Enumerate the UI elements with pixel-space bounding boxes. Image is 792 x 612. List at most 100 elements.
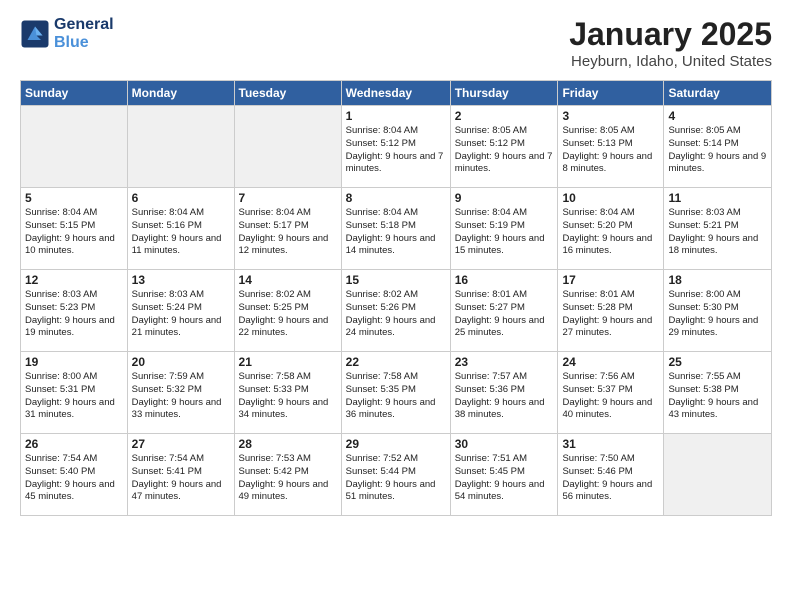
- calendar-week-4: 19 Sunrise: 8:00 AM Sunset: 5:31 PM Dayli…: [21, 352, 772, 434]
- weekday-header-row: SundayMondayTuesdayWednesdayThursdayFrid…: [21, 81, 772, 106]
- title-block: January 2025 Heyburn, Idaho, United Stat…: [569, 16, 772, 70]
- day-info: Sunrise: 7:53 AM Sunset: 5:42 PM Dayligh…: [239, 453, 337, 504]
- day-number: 15: [346, 273, 446, 287]
- day-number: 6: [132, 191, 230, 205]
- day-number: 13: [132, 273, 230, 287]
- day-number: 9: [455, 191, 554, 205]
- weekday-header-wednesday: Wednesday: [341, 81, 450, 106]
- day-number: 29: [346, 437, 446, 451]
- day-info: Sunrise: 8:05 AM Sunset: 5:12 PM Dayligh…: [455, 125, 554, 176]
- calendar-cell: 17 Sunrise: 8:01 AM Sunset: 5:28 PM Dayli…: [558, 270, 664, 352]
- day-info: Sunrise: 8:03 AM Sunset: 5:23 PM Dayligh…: [25, 289, 123, 340]
- day-info: Sunrise: 7:57 AM Sunset: 5:36 PM Dayligh…: [455, 371, 554, 422]
- day-info: Sunrise: 7:55 AM Sunset: 5:38 PM Dayligh…: [668, 371, 767, 422]
- calendar-week-2: 5 Sunrise: 8:04 AM Sunset: 5:15 PM Daylig…: [21, 188, 772, 270]
- day-number: 19: [25, 355, 123, 369]
- day-info: Sunrise: 8:01 AM Sunset: 5:27 PM Dayligh…: [455, 289, 554, 340]
- day-info: Sunrise: 8:04 AM Sunset: 5:17 PM Dayligh…: [239, 207, 337, 258]
- calendar-cell: 8 Sunrise: 8:04 AM Sunset: 5:18 PM Daylig…: [341, 188, 450, 270]
- month-title: January 2025: [569, 16, 772, 53]
- calendar-cell: 6 Sunrise: 8:04 AM Sunset: 5:16 PM Daylig…: [127, 188, 234, 270]
- day-info: Sunrise: 7:52 AM Sunset: 5:44 PM Dayligh…: [346, 453, 446, 504]
- calendar-cell: 16 Sunrise: 8:01 AM Sunset: 5:27 PM Dayli…: [450, 270, 558, 352]
- day-number: 5: [25, 191, 123, 205]
- day-info: Sunrise: 8:03 AM Sunset: 5:24 PM Dayligh…: [132, 289, 230, 340]
- day-info: Sunrise: 8:04 AM Sunset: 5:12 PM Dayligh…: [346, 125, 446, 176]
- day-info: Sunrise: 7:54 AM Sunset: 5:40 PM Dayligh…: [25, 453, 123, 504]
- day-number: 7: [239, 191, 337, 205]
- day-info: Sunrise: 8:05 AM Sunset: 5:14 PM Dayligh…: [668, 125, 767, 176]
- weekday-header-sunday: Sunday: [21, 81, 128, 106]
- main-container: General Blue January 2025 Heyburn, Idaho…: [0, 0, 792, 526]
- calendar-cell: 18 Sunrise: 8:00 AM Sunset: 5:30 PM Dayli…: [664, 270, 772, 352]
- day-number: 11: [668, 191, 767, 205]
- weekday-header-monday: Monday: [127, 81, 234, 106]
- calendar-cell: 24Sunrise: 7:56 AM Sunset: 5:37 PM Dayli…: [558, 352, 664, 434]
- day-info: Sunrise: 7:50 AM Sunset: 5:46 PM Dayligh…: [562, 453, 659, 504]
- calendar-cell: 28 Sunrise: 7:53 AM Sunset: 5:42 PM Dayli…: [234, 434, 341, 516]
- calendar-cell: 13 Sunrise: 8:03 AM Sunset: 5:24 PM Dayli…: [127, 270, 234, 352]
- day-number: 18: [668, 273, 767, 287]
- header: General Blue January 2025 Heyburn, Idaho…: [20, 16, 772, 70]
- day-info: Sunrise: 8:01 AM Sunset: 5:28 PM Dayligh…: [562, 289, 659, 340]
- day-number: 3: [562, 109, 659, 123]
- day-info: Sunrise: 8:00 AM Sunset: 5:30 PM Dayligh…: [668, 289, 767, 340]
- day-number: 30: [455, 437, 554, 451]
- day-number: 17: [562, 273, 659, 287]
- day-number: 4: [668, 109, 767, 123]
- day-info: Sunrise: 7:58 AM Sunset: 5:33 PM Dayligh…: [239, 371, 337, 422]
- day-number: 25: [668, 355, 767, 369]
- day-number: 27: [132, 437, 230, 451]
- calendar-cell: 10 Sunrise: 8:04 AM Sunset: 5:20 PM Dayli…: [558, 188, 664, 270]
- day-info: Sunrise: 8:03 AM Sunset: 5:21 PM Dayligh…: [668, 207, 767, 258]
- day-info: Sunrise: 8:04 AM Sunset: 5:16 PM Dayligh…: [132, 207, 230, 258]
- day-number: 8: [346, 191, 446, 205]
- weekday-header-thursday: Thursday: [450, 81, 558, 106]
- calendar-cell: [127, 106, 234, 188]
- day-info: Sunrise: 8:02 AM Sunset: 5:25 PM Dayligh…: [239, 289, 337, 340]
- calendar-cell: 4 Sunrise: 8:05 AM Sunset: 5:14 PM Daylig…: [664, 106, 772, 188]
- day-info: Sunrise: 7:54 AM Sunset: 5:41 PM Dayligh…: [132, 453, 230, 504]
- logo: General Blue: [20, 16, 114, 52]
- day-number: 2: [455, 109, 554, 123]
- day-info: Sunrise: 8:02 AM Sunset: 5:26 PM Dayligh…: [346, 289, 446, 340]
- day-info: Sunrise: 8:04 AM Sunset: 5:20 PM Dayligh…: [562, 207, 659, 258]
- logo-icon: [20, 19, 50, 49]
- day-number: 14: [239, 273, 337, 287]
- calendar-cell: 20 Sunrise: 7:59 AM Sunset: 5:32 PM Dayli…: [127, 352, 234, 434]
- calendar-week-1: 1Sunrise: 8:04 AM Sunset: 5:12 PM Daylig…: [21, 106, 772, 188]
- day-number: 12: [25, 273, 123, 287]
- calendar-cell: 22Sunrise: 7:58 AM Sunset: 5:35 PM Dayli…: [341, 352, 450, 434]
- day-info: Sunrise: 8:04 AM Sunset: 5:18 PM Dayligh…: [346, 207, 446, 258]
- day-number: 10: [562, 191, 659, 205]
- calendar-cell: 21 Sunrise: 7:58 AM Sunset: 5:33 PM Dayli…: [234, 352, 341, 434]
- calendar-table: SundayMondayTuesdayWednesdayThursdayFrid…: [20, 80, 772, 516]
- day-info: Sunrise: 7:56 AM Sunset: 5:37 PM Dayligh…: [562, 371, 659, 422]
- calendar-cell: 15 Sunrise: 8:02 AM Sunset: 5:26 PM Dayli…: [341, 270, 450, 352]
- calendar-cell: 29 Sunrise: 7:52 AM Sunset: 5:44 PM Dayli…: [341, 434, 450, 516]
- calendar-cell: 23 Sunrise: 7:57 AM Sunset: 5:36 PM Dayli…: [450, 352, 558, 434]
- day-info: Sunrise: 8:04 AM Sunset: 5:19 PM Dayligh…: [455, 207, 554, 258]
- day-info: Sunrise: 8:04 AM Sunset: 5:15 PM Dayligh…: [25, 207, 123, 258]
- location: Heyburn, Idaho, United States: [569, 53, 772, 70]
- day-info: Sunrise: 7:51 AM Sunset: 5:45 PM Dayligh…: [455, 453, 554, 504]
- calendar-cell: [234, 106, 341, 188]
- calendar-cell: [21, 106, 128, 188]
- calendar-cell: [664, 434, 772, 516]
- calendar-cell: 14 Sunrise: 8:02 AM Sunset: 5:25 PM Dayli…: [234, 270, 341, 352]
- calendar-cell: 27 Sunrise: 7:54 AM Sunset: 5:41 PM Dayli…: [127, 434, 234, 516]
- calendar-cell: 31 Sunrise: 7:50 AM Sunset: 5:46 PM Dayli…: [558, 434, 664, 516]
- day-number: 23: [455, 355, 554, 369]
- day-number: 31: [562, 437, 659, 451]
- calendar-cell: 26 Sunrise: 7:54 AM Sunset: 5:40 PM Dayli…: [21, 434, 128, 516]
- day-number: 16: [455, 273, 554, 287]
- day-number: 21: [239, 355, 337, 369]
- calendar-cell: 12 Sunrise: 8:03 AM Sunset: 5:23 PM Dayli…: [21, 270, 128, 352]
- day-info: Sunrise: 8:00 AM Sunset: 5:31 PM Dayligh…: [25, 371, 123, 422]
- day-number: 20: [132, 355, 230, 369]
- day-number: 28: [239, 437, 337, 451]
- calendar-cell: 7 Sunrise: 8:04 AM Sunset: 5:17 PM Daylig…: [234, 188, 341, 270]
- day-number: 26: [25, 437, 123, 451]
- day-info: Sunrise: 7:59 AM Sunset: 5:32 PM Dayligh…: [132, 371, 230, 422]
- calendar-cell: 2 Sunrise: 8:05 AM Sunset: 5:12 PM Daylig…: [450, 106, 558, 188]
